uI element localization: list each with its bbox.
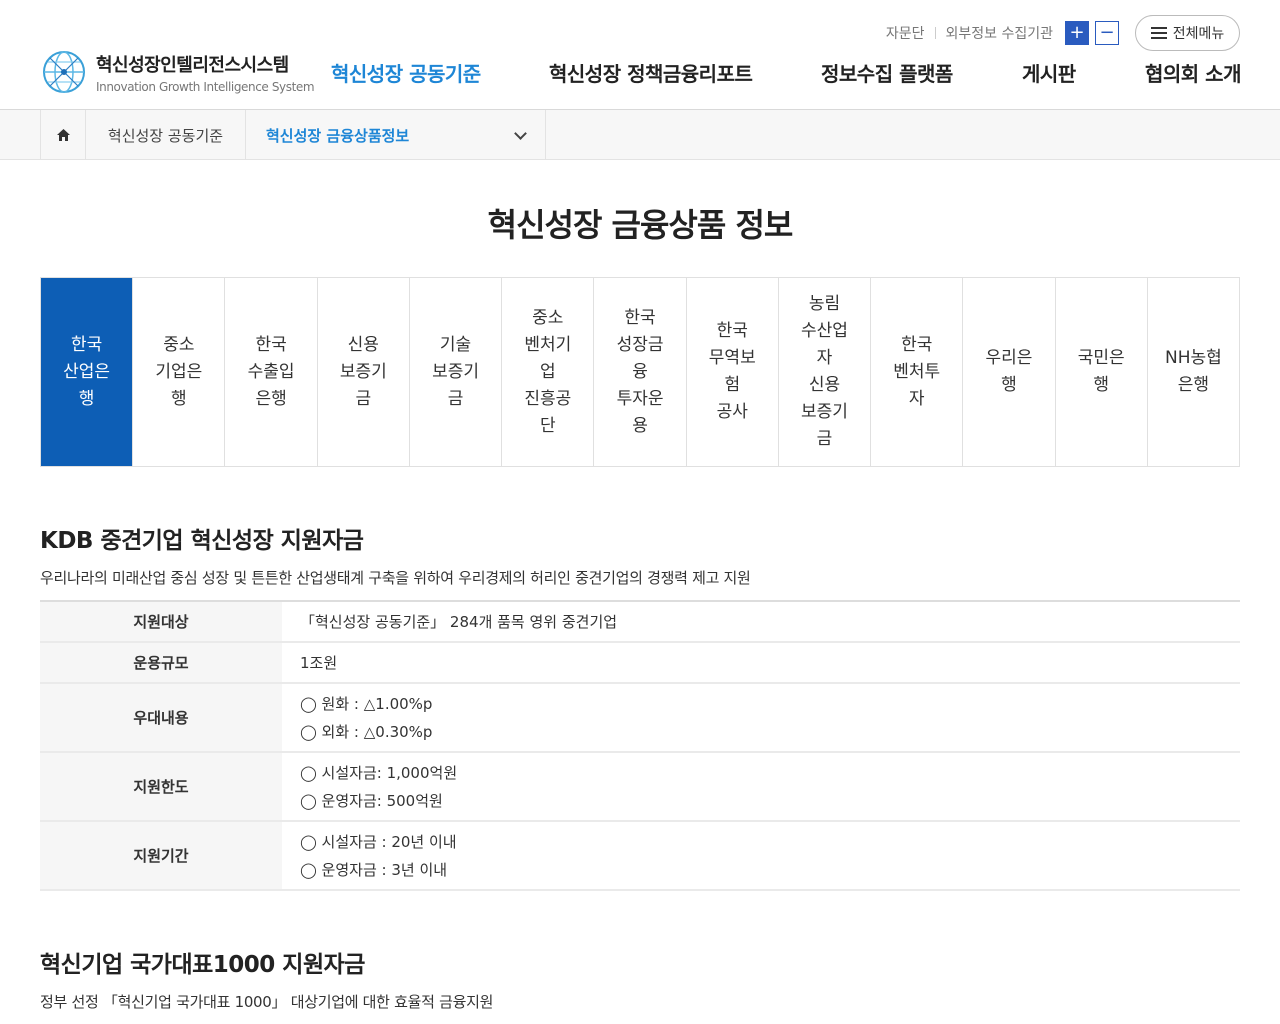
tab-kb[interactable]: 국민은 행 [1056, 278, 1148, 466]
util-link-external-agencies[interactable]: 외부정보 수집기관 [946, 23, 1054, 43]
table-row: 지원대상 「혁신성장 공동기준」 284개 품목 영위 중견기업 [40, 601, 1240, 643]
row-value: 「혁신성장 공동기준」 284개 품목 영위 중견기업 [282, 601, 1240, 643]
zoom-in-button[interactable]: + [1065, 21, 1089, 45]
value-line: ◯ 운영자금: 500억원 [300, 791, 443, 810]
row-value: ◯ 시설자금: 1,000억원 ◯ 운영자금: 500억원 [282, 752, 1240, 822]
table-row: 지원기간 ◯ 시설자금 : 20년 이내 ◯ 운영자금 : 3년 이내 [40, 821, 1240, 891]
nav-item-common-criteria[interactable]: 혁신성장 공동기준 [331, 58, 481, 87]
tab-kibo[interactable]: 기술 보증기 금 [410, 278, 503, 466]
row-label: 우대내용 [40, 683, 282, 753]
section-description-2: 정부 선정 「혁신기업 국가대표 1000」 대상기업에 대한 효율적 금융지원 [40, 993, 494, 1011]
nav-item-about[interactable]: 협의회 소개 [1145, 58, 1241, 87]
row-label: 지원한도 [40, 752, 282, 822]
breadcrumb-level1[interactable]: 혁신성장 공동기준 [86, 110, 246, 160]
util-link-advisory[interactable]: 자문단 [886, 23, 925, 43]
all-menu-label: 전체메뉴 [1172, 26, 1225, 42]
breadcrumb: 혁신성장 공동기준 혁신성장 금융상품정보 [0, 110, 1280, 160]
tab-nh[interactable]: NH농협 은행 [1148, 278, 1239, 466]
value-line: ◯ 외화 : △0.30%p [300, 722, 433, 741]
nav-item-info-platform[interactable]: 정보수집 플랫폼 [821, 58, 953, 87]
main-nav: 혁신성장 공동기준 혁신성장 정책금융리포트 정보수집 플랫폼 게시판 협의회 … [0, 58, 1280, 92]
tab-kosmes[interactable]: 중소 벤처기 업 진흥공 단 [502, 278, 595, 466]
product-info-table: 지원대상 「혁신성장 공동기준」 284개 품목 영위 중견기업 운용규모 1조… [40, 600, 1240, 891]
value-line: ◯ 시설자금: 1,000억원 [300, 763, 458, 782]
tab-kexim[interactable]: 한국 수출입 은행 [225, 278, 318, 466]
all-menu-button[interactable]: 전체메뉴 [1135, 15, 1240, 51]
util-divider [934, 27, 936, 39]
row-label: 지원대상 [40, 601, 282, 643]
tab-ibk[interactable]: 중소 기업은 행 [133, 278, 226, 466]
row-value: ◯ 원화 : △1.00%p ◯ 외화 : △0.30%p [282, 683, 1240, 753]
home-button[interactable] [40, 110, 86, 160]
section-description: 우리나라의 미래산업 중심 성장 및 튼튼한 산업생태계 구축을 위하여 우리경… [40, 569, 751, 587]
section-title-2: 혁신기업 국가대표1000 지원자금 [40, 952, 365, 978]
row-value: ◯ 시설자금 : 20년 이내 ◯ 운영자금 : 3년 이내 [282, 821, 1240, 891]
tab-agri-fund[interactable]: 농림 수산업 자 신용 보증기 금 [779, 278, 872, 466]
tab-kdb[interactable]: 한국 산업은 행 [41, 278, 134, 466]
tab-kvic[interactable]: 한국 벤처투 자 [871, 278, 964, 466]
page-title: 혁신성장 금융상품 정보 [487, 206, 794, 244]
utility-bar: 자문단 외부정보 수집기관 + − 전체메뉴 [886, 15, 1240, 51]
row-label: 운용규모 [40, 642, 282, 684]
value-line: ◯ 시설자금 : 20년 이내 [300, 832, 457, 851]
table-row: 지원한도 ◯ 시설자금: 1,000억원 ◯ 운영자금: 500억원 [40, 752, 1240, 822]
home-icon [56, 129, 70, 141]
table-row: 우대내용 ◯ 원화 : △1.00%p ◯ 외화 : △0.30%p [40, 683, 1240, 753]
table-row: 운용규모 1조원 [40, 642, 1240, 684]
section-title: KDB 중견기업 혁신성장 지원자금 [40, 528, 364, 554]
breadcrumb-level2-dropdown[interactable]: 혁신성장 금융상품정보 [246, 110, 546, 160]
tab-ksure[interactable]: 한국 무역보 험 공사 [687, 278, 779, 466]
row-label: 지원기간 [40, 821, 282, 891]
zoom-out-button[interactable]: − [1095, 21, 1119, 45]
site-header: 자문단 외부정보 수집기관 + − 전체메뉴 혁신성장인텔리전스시스템 Inno… [0, 0, 1280, 110]
institution-tabs: 한국 산업은 행 중소 기업은 행 한국 수출입 은행 신용 보증기 금 기술 … [40, 277, 1240, 467]
value-line: ◯ 운영자금 : 3년 이내 [300, 860, 448, 879]
breadcrumb-level2-label: 혁신성장 금융상품정보 [266, 126, 410, 145]
hamburger-icon [1150, 26, 1167, 40]
row-value: 1조원 [282, 642, 1240, 684]
nav-item-policy-report[interactable]: 혁신성장 정책금융리포트 [549, 58, 753, 87]
chevron-down-icon [514, 127, 527, 140]
tab-woori[interactable]: 우리은 행 [963, 278, 1056, 466]
tab-kgrowth[interactable]: 한국 성장금 융 투자운 용 [594, 278, 687, 466]
tab-kodit[interactable]: 신용 보증기 금 [318, 278, 410, 466]
value-line: ◯ 원화 : △1.00%p [300, 694, 433, 713]
nav-item-board[interactable]: 게시판 [1022, 58, 1076, 87]
